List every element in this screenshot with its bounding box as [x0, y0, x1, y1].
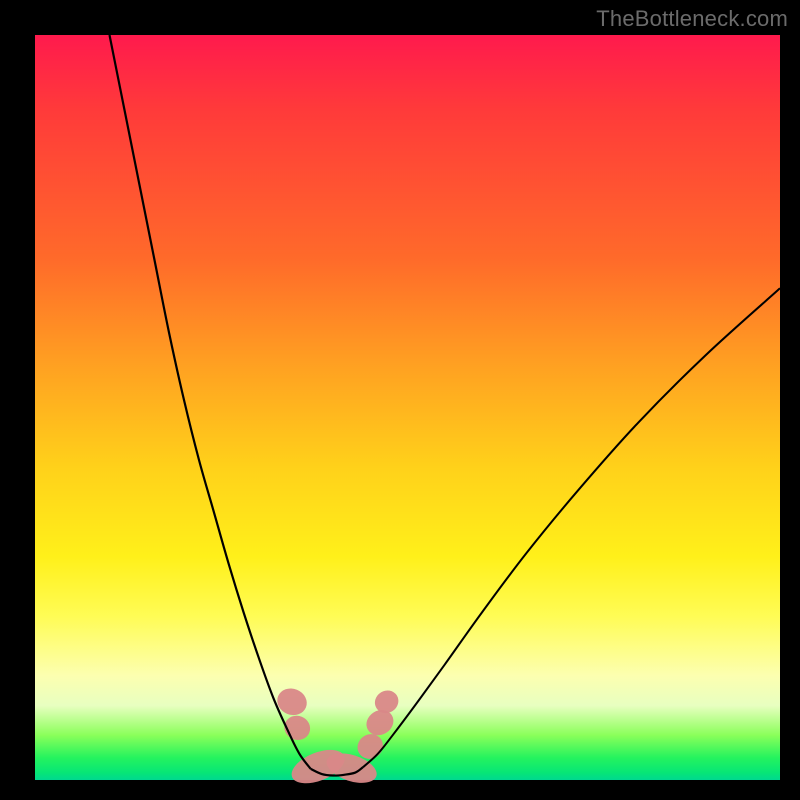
watermark-text: TheBottleneck.com	[596, 6, 788, 32]
chart-svg	[35, 35, 780, 780]
right-curve-line	[363, 288, 780, 767]
highlight-markers	[273, 684, 402, 790]
plot-area	[35, 35, 780, 780]
left-curve-line	[110, 35, 311, 769]
marker-pill	[273, 684, 311, 719]
chart-frame: TheBottleneck.com	[0, 0, 800, 800]
